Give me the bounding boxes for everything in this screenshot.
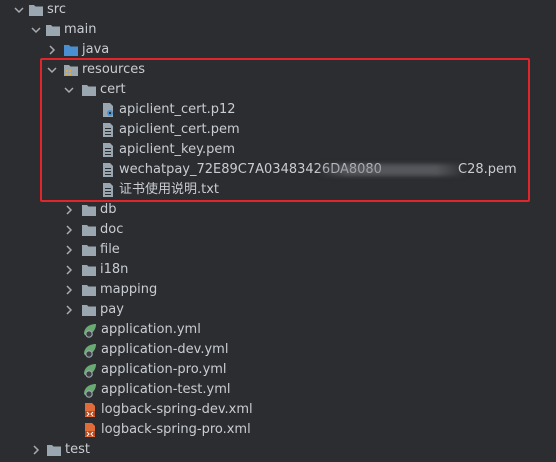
tree-row-file[interactable]: application.yml xyxy=(0,320,556,340)
tree-label-db: db xyxy=(100,202,117,217)
tree-label-java: java xyxy=(82,42,110,57)
chevron-right-icon[interactable] xyxy=(62,283,76,297)
tree-label-file: application-dev.yml xyxy=(101,342,229,357)
tree-row-file[interactable]: 证书使用说明.txt xyxy=(0,180,556,200)
chevron-down-icon[interactable] xyxy=(12,3,26,17)
tree-label-cert: cert xyxy=(100,82,126,97)
keystore-file-icon xyxy=(100,102,116,118)
chevron-right-icon[interactable] xyxy=(45,43,59,57)
xml-file-icon xyxy=(82,402,98,418)
chevron-right-icon[interactable] xyxy=(29,443,43,457)
tree-label-file: application-pro.yml xyxy=(101,362,227,377)
tree-label-resources: resources xyxy=(82,62,146,77)
tree-row-file-dir[interactable]: file xyxy=(0,240,556,260)
spring-config-icon xyxy=(82,322,98,338)
tree-row-file[interactable]: apiclient_cert.p12 xyxy=(0,100,556,120)
source-folder-icon xyxy=(63,42,79,58)
tree-label-main: main xyxy=(64,22,97,37)
folder-icon xyxy=(81,222,97,238)
chevron-right-icon[interactable] xyxy=(62,243,76,257)
tree-label-file: logback-spring-dev.xml xyxy=(101,402,253,417)
tree-label-i18n: i18n xyxy=(100,262,129,277)
redaction-blur xyxy=(318,164,466,176)
chevron-right-icon[interactable] xyxy=(62,223,76,237)
tree-row-db[interactable]: db xyxy=(0,200,556,220)
tree-row-pay[interactable]: pay xyxy=(0,300,556,320)
resources-folder-icon xyxy=(63,62,79,78)
spring-config-icon xyxy=(82,362,98,378)
tree-row-file[interactable]: wechatpay_72E89C7A03483426DA8080 C28.pem xyxy=(0,160,556,180)
tree-label-file: application-test.yml xyxy=(101,382,231,397)
tree-row-doc[interactable]: doc xyxy=(0,220,556,240)
spring-config-icon xyxy=(82,382,98,398)
tree-row-file[interactable]: application-pro.yml xyxy=(0,360,556,380)
chevron-right-icon[interactable] xyxy=(62,263,76,277)
tree-row-test[interactable]: test xyxy=(0,440,556,460)
tree-label-file: apiclient_cert.pem xyxy=(119,122,240,137)
chevron-down-icon[interactable] xyxy=(29,23,43,37)
spring-config-icon xyxy=(82,342,98,358)
tree-label-file: apiclient_cert.p12 xyxy=(119,102,236,117)
tree-row-file[interactable]: logback-spring-dev.xml xyxy=(0,400,556,420)
tree-row-file[interactable]: application-dev.yml xyxy=(0,340,556,360)
xml-file-icon xyxy=(82,422,98,438)
tree-row-resources[interactable]: resources xyxy=(0,60,556,80)
tree-row-file[interactable]: apiclient_cert.pem xyxy=(0,120,556,140)
tree-label-test: test xyxy=(65,442,90,457)
tree-label-file: application.yml xyxy=(101,322,201,337)
folder-icon xyxy=(81,82,97,98)
text-file-icon xyxy=(100,182,116,198)
folder-icon xyxy=(81,262,97,278)
tree-row-file[interactable]: logback-spring-pro.xml xyxy=(0,420,556,440)
tree-row-java[interactable]: java xyxy=(0,40,556,60)
text-file-icon xyxy=(100,142,116,158)
tree-row-i18n[interactable]: i18n xyxy=(0,260,556,280)
folder-icon xyxy=(81,282,97,298)
tree-label-file-suffix: C28.pem xyxy=(458,162,517,177)
tree-label-file-dir: file xyxy=(100,242,120,257)
tree-row-main[interactable]: main xyxy=(0,20,556,40)
tree-row-file[interactable]: application-test.yml xyxy=(0,380,556,400)
folder-icon xyxy=(45,22,61,38)
chevron-right-icon[interactable] xyxy=(62,303,76,317)
tree-label-mapping: mapping xyxy=(100,282,158,297)
folder-icon xyxy=(46,442,62,458)
tree-label-pay: pay xyxy=(100,302,124,317)
folder-icon xyxy=(81,202,97,218)
tree-row-file[interactable]: apiclient_key.pem xyxy=(0,140,556,160)
chevron-right-icon[interactable] xyxy=(62,203,76,217)
tree-row-mapping[interactable]: mapping xyxy=(0,280,556,300)
tree-label-file: logback-spring-pro.xml xyxy=(101,422,251,437)
folder-icon xyxy=(28,2,44,18)
text-file-icon xyxy=(100,162,116,178)
tree-row-src[interactable]: src xyxy=(0,0,556,20)
tree-row-cert[interactable]: cert xyxy=(0,80,556,100)
tree-label-doc: doc xyxy=(100,222,124,237)
tree-label-file: 证书使用说明.txt xyxy=(119,182,220,197)
chevron-down-icon[interactable] xyxy=(62,83,76,97)
tree-label-file: apiclient_key.pem xyxy=(119,142,235,157)
tree-label-src: src xyxy=(47,2,66,17)
text-file-icon xyxy=(100,122,116,138)
chevron-down-icon[interactable] xyxy=(45,63,59,77)
folder-icon xyxy=(81,302,97,318)
folder-icon xyxy=(81,242,97,258)
